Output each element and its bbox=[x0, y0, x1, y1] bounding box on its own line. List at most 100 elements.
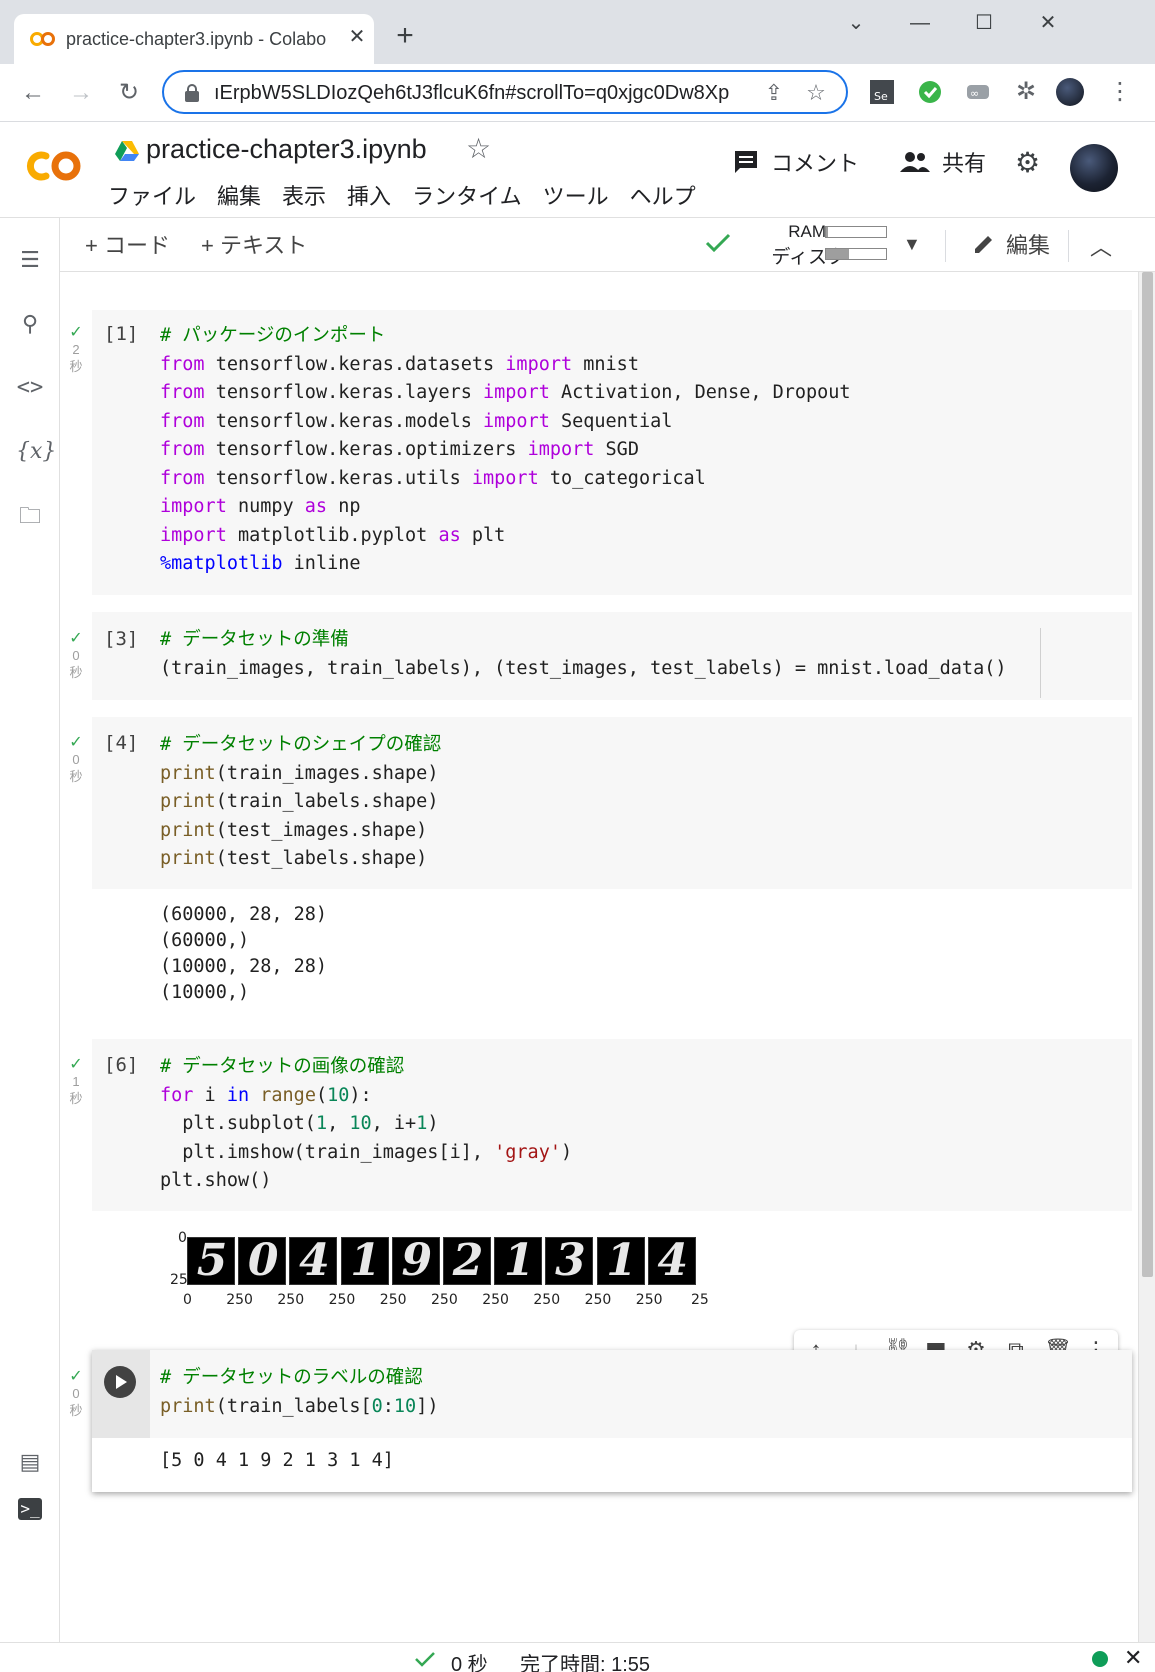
mnist-digit-image: 4 bbox=[289, 1235, 338, 1286]
resources-dropdown-icon[interactable]: ▼ bbox=[903, 234, 921, 255]
connection-status-icon bbox=[1092, 1651, 1108, 1667]
browser-tabstrip: practice-chapter3.ipynb - Colabo ✕ + ⌄ —… bbox=[0, 0, 1155, 64]
svg-text:∞: ∞ bbox=[970, 87, 979, 100]
grammar-extension-icon[interactable] bbox=[916, 78, 944, 106]
code-snippets-icon[interactable]: <> bbox=[16, 374, 44, 402]
x-tick-label: 250 bbox=[226, 1292, 253, 1308]
user-avatar[interactable] bbox=[1070, 144, 1118, 192]
settings-gear-icon[interactable]: ⚙ bbox=[1015, 144, 1040, 180]
new-tab-button[interactable]: + bbox=[390, 21, 420, 52]
code-editor[interactable]: # データセットの画像の確認 for i in range(10): plt.s… bbox=[160, 1053, 572, 1196]
menu-help[interactable]: ヘルプ bbox=[630, 179, 696, 209]
toolbar-divider bbox=[945, 230, 946, 262]
success-check-icon: ✓ bbox=[69, 630, 83, 647]
x-tick-label: 250 bbox=[277, 1292, 305, 1308]
code-editor[interactable]: # データセットのラベルの確認 print(train_labels[0:10]… bbox=[160, 1364, 438, 1421]
command-palette-icon[interactable]: ▤ bbox=[16, 1448, 44, 1476]
ruler-line bbox=[1040, 628, 1041, 698]
browser-tab[interactable]: practice-chapter3.ipynb - Colabo ✕ bbox=[14, 14, 374, 64]
menu-view[interactable]: 表示 bbox=[282, 179, 326, 209]
ram-meter bbox=[825, 226, 887, 238]
drive-icon bbox=[115, 141, 139, 161]
menu-bar: ファイル 編集 表示 挿入 ランタイム ツール ヘルプ bbox=[108, 179, 717, 209]
address-bar[interactable]: ıErpbW5SLDIozQeh6tJ3flcuK6fn#scrollTo=q0… bbox=[162, 70, 848, 114]
tab-search-icon[interactable]: ⌄ bbox=[836, 8, 876, 38]
x-tick-label: 250 bbox=[431, 1292, 458, 1308]
cell-gutter bbox=[92, 1350, 150, 1438]
collapse-header-icon[interactable]: ︿ bbox=[1090, 230, 1112, 262]
colab-logo[interactable] bbox=[22, 144, 86, 188]
bookmark-star-icon[interactable]: ☆ bbox=[804, 81, 828, 105]
share-page-icon[interactable]: ⇪ bbox=[762, 81, 786, 105]
mnist-figure: 0 25 5 0 4 1 9 2 1 3 1 4 0 250 250 250 250 250 250 250 250… bbox=[160, 1228, 720, 1308]
execution-count: [4] bbox=[104, 732, 139, 754]
url-text[interactable]: ıErpbW5SLDIozQeh6tJ3flcuK6fn#scrollTo=q0… bbox=[214, 82, 754, 105]
share-label: 共有 bbox=[942, 151, 987, 176]
code-editor[interactable]: # パッケージのインポート from tensorflow.keras.data… bbox=[160, 322, 851, 579]
y-tick-label: 25 bbox=[170, 1272, 188, 1288]
code-editor[interactable]: # データセットのシェイプの確認 print(train_images.shap… bbox=[160, 731, 441, 874]
link-extension-icon[interactable]: ∞ bbox=[964, 78, 992, 106]
menu-file[interactable]: ファイル bbox=[108, 179, 196, 209]
back-icon[interactable]: ← bbox=[16, 76, 50, 110]
minimize-icon[interactable]: — bbox=[900, 8, 940, 38]
y-tick-label: 0 bbox=[178, 1230, 187, 1246]
mnist-digit-image: 1 bbox=[494, 1235, 543, 1286]
mnist-digit-image: 4 bbox=[647, 1235, 696, 1286]
star-icon[interactable]: ☆ bbox=[466, 132, 491, 165]
x-tick-label: 250 bbox=[635, 1292, 663, 1308]
maximize-icon[interactable]: ☐ bbox=[964, 8, 1004, 38]
mnist-digit-image: 1 bbox=[340, 1235, 389, 1286]
table-of-contents-icon[interactable]: ☰ bbox=[16, 246, 44, 274]
variables-icon[interactable]: {x} bbox=[16, 438, 56, 466]
add-code-button[interactable]: + コード bbox=[85, 228, 170, 260]
menu-tools[interactable]: ツール bbox=[543, 179, 609, 209]
reload-icon[interactable]: ↻ bbox=[112, 76, 146, 110]
svg-text:Se: Se bbox=[874, 90, 888, 103]
toolbar-divider bbox=[1068, 230, 1069, 262]
comment-label: コメント bbox=[771, 151, 860, 176]
run-cell-button[interactable] bbox=[104, 1366, 136, 1398]
notebook-scrollbar[interactable] bbox=[1138, 272, 1155, 1642]
cell-output: [5 0 4 1 9 2 1 3 1 4] bbox=[160, 1450, 394, 1471]
share-button[interactable]: 共有 bbox=[900, 144, 986, 180]
selenium-extension-icon[interactable]: Se bbox=[868, 78, 896, 106]
search-icon[interactable]: ⚲ bbox=[16, 310, 44, 338]
lock-icon bbox=[185, 84, 199, 102]
completed-time: 完了時間: 1:55 bbox=[520, 1654, 651, 1672]
forward-icon[interactable]: → bbox=[64, 76, 98, 110]
x-tick-label: 25 bbox=[691, 1292, 709, 1308]
code-editor[interactable]: # データセットの準備 (train_images, train_labels)… bbox=[160, 626, 1006, 683]
x-tick-label: 250 bbox=[328, 1292, 356, 1308]
x-tick-label: 250 bbox=[584, 1292, 612, 1308]
cell-status: ✓ 1 秒 bbox=[64, 1056, 88, 1107]
files-folder-icon[interactable]: 🗀 bbox=[16, 502, 44, 530]
cell-output: (60000, 28, 28) (60000,) (10000, 28, 28)… bbox=[160, 904, 328, 1003]
menu-edit[interactable]: 編集 bbox=[217, 179, 261, 209]
disk-meter bbox=[825, 248, 887, 260]
extensions-puzzle-icon[interactable]: ✲ bbox=[1012, 78, 1040, 106]
terminal-icon[interactable]: >_ bbox=[18, 1498, 42, 1520]
close-window-icon[interactable]: ✕ bbox=[1028, 8, 1068, 38]
tab-close-icon[interactable]: ✕ bbox=[346, 26, 368, 48]
edit-button[interactable]: 編集 bbox=[972, 228, 1050, 260]
x-tick-label: 250 bbox=[533, 1292, 561, 1308]
close-status-icon[interactable]: ✕ bbox=[1124, 1645, 1142, 1671]
execution-count: [3] bbox=[104, 628, 139, 650]
comment-button[interactable]: コメント bbox=[733, 144, 859, 180]
menu-runtime[interactable]: ランタイム bbox=[412, 179, 522, 209]
browser-toolbar: ← → ↻ ıErpbW5SLDIozQeh6tJ3flcuK6fn#scrol… bbox=[0, 64, 1155, 122]
add-text-button[interactable]: + テキスト bbox=[201, 228, 307, 260]
success-check-icon: ✓ bbox=[69, 324, 83, 341]
scroll-thumb[interactable] bbox=[1142, 272, 1153, 1277]
menu-insert[interactable]: 挿入 bbox=[347, 179, 391, 209]
comment-icon bbox=[735, 151, 757, 173]
left-sidebar: ☰ ⚲ <> {x} 🗀 ▤ >_ bbox=[0, 218, 60, 1642]
tab-title: practice-chapter3.ipynb - Colabo bbox=[66, 29, 327, 49]
notebook-title[interactable]: practice-chapter3.ipynb bbox=[146, 134, 427, 165]
execution-count: [6] bbox=[104, 1054, 139, 1076]
status-bar: 0 秒 完了時間: 1:55 ✕ bbox=[0, 1642, 1155, 1672]
browser-menu-icon[interactable]: ⋮ bbox=[1106, 78, 1134, 106]
profile-avatar-icon[interactable] bbox=[1056, 78, 1084, 106]
mnist-digit-image: 9 bbox=[391, 1235, 440, 1286]
